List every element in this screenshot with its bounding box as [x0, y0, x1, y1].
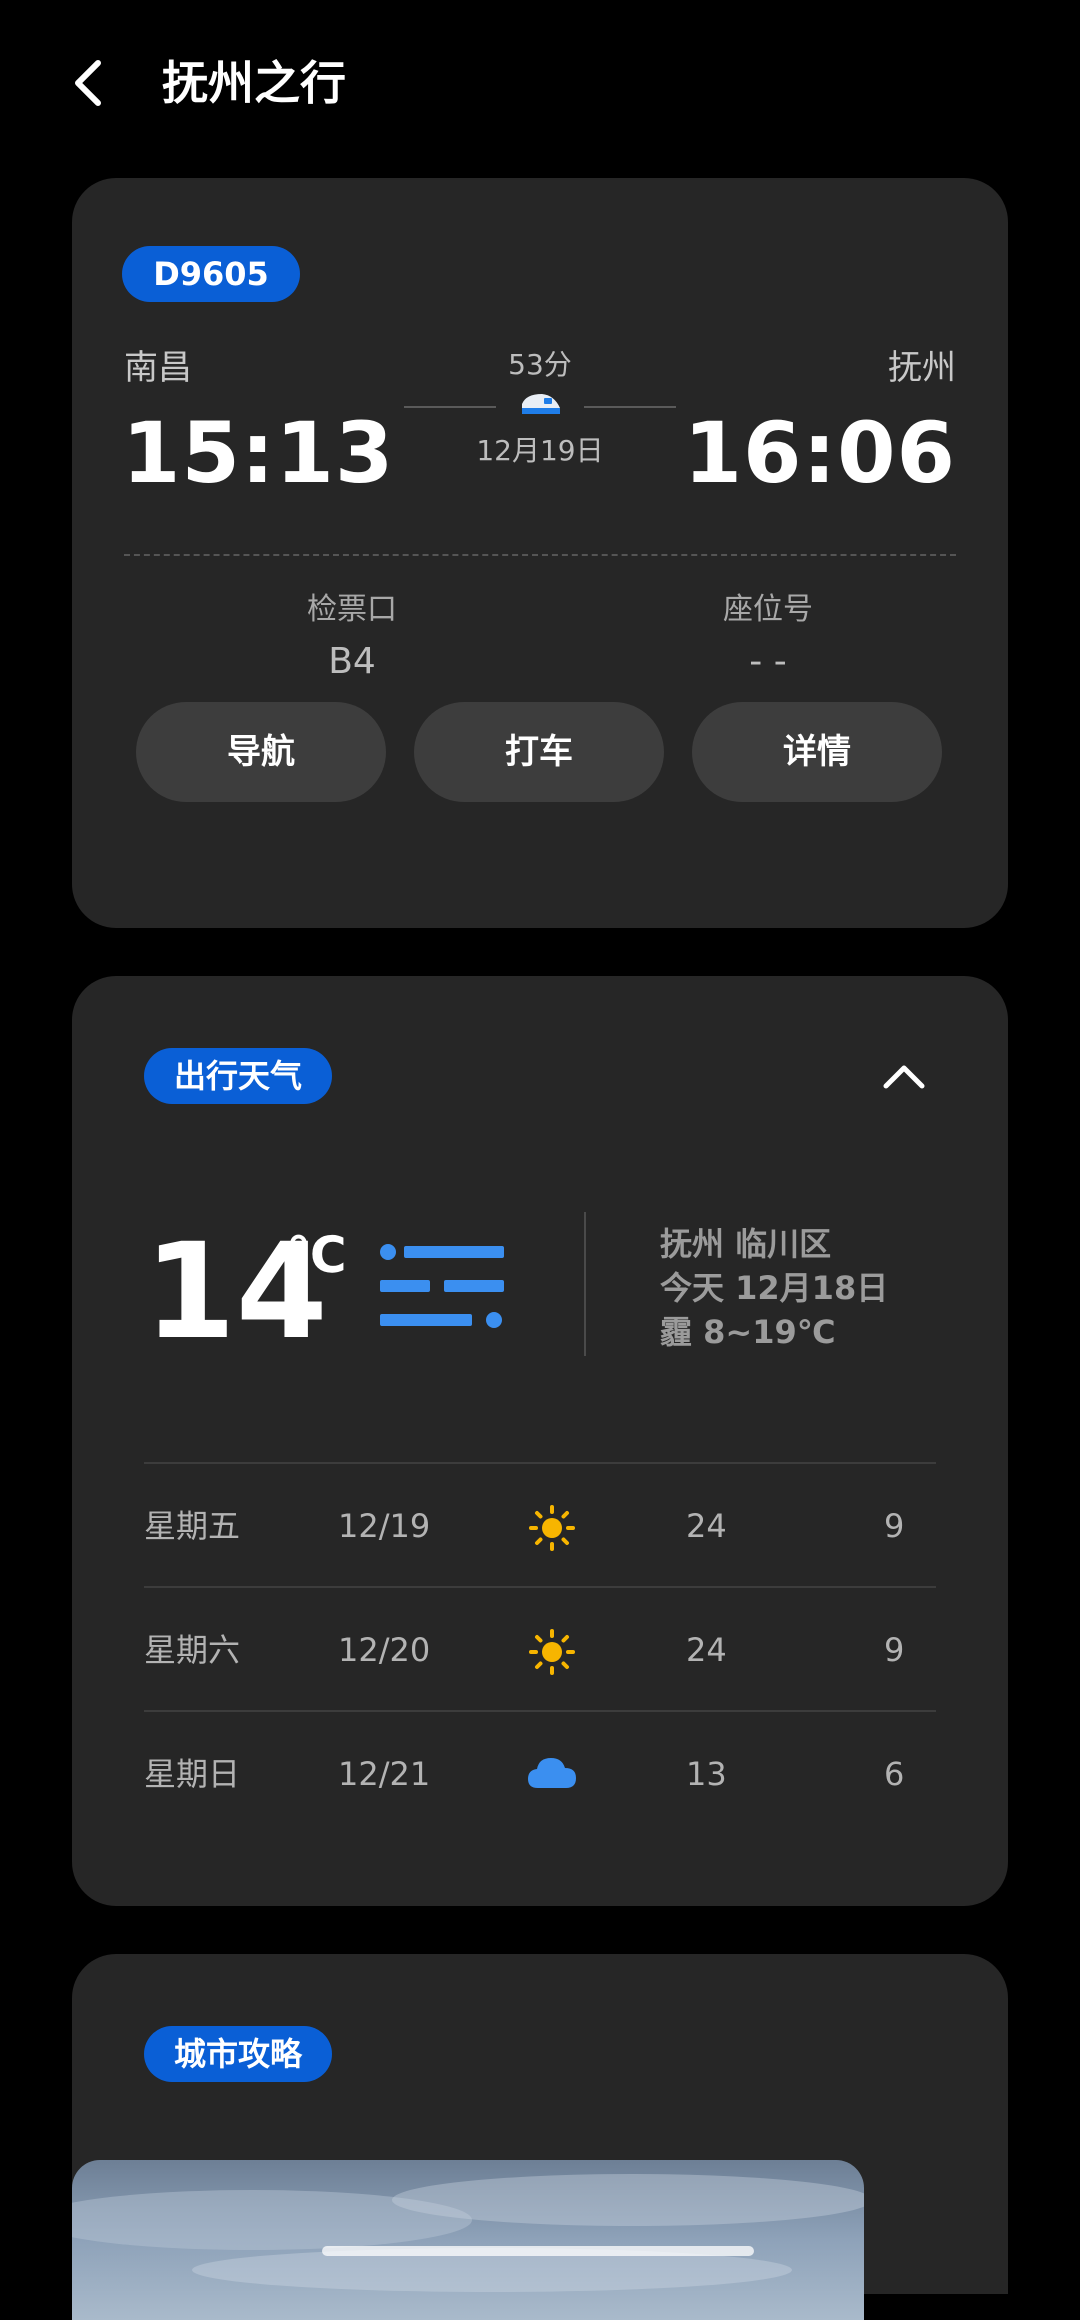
page-title: 抚州之行 — [162, 56, 346, 110]
chevron-up-icon — [883, 1065, 925, 1089]
forecast-date: 12/20 — [338, 1631, 431, 1669]
cloud-icon — [526, 1754, 578, 1790]
chevron-left-icon — [75, 60, 101, 106]
duration: 53分 — [508, 348, 572, 381]
forecast-low: 9 — [884, 1631, 905, 1669]
forecast-row: 星期日 12/21 13 6 — [144, 1710, 936, 1836]
forecast-day: 星期五 — [144, 1507, 241, 1545]
route-line-right — [584, 406, 676, 408]
from-station: 南昌 — [124, 348, 192, 388]
to-station: 抚州 — [888, 348, 956, 388]
train-icon — [518, 390, 562, 420]
seat-label: 座位号 — [723, 592, 813, 627]
forecast-low: 6 — [884, 1755, 905, 1793]
gate-value: B4 — [328, 641, 376, 682]
forecast-high: 13 — [686, 1755, 727, 1793]
taxi-button[interactable]: 打车 — [414, 702, 664, 802]
depart-time: 15:13 — [122, 404, 395, 502]
sun-icon — [528, 1628, 576, 1676]
weather-badge: 出行天气 — [144, 1048, 332, 1104]
travel-date: 12月19日 — [476, 434, 604, 467]
forecast-high: 24 — [686, 1507, 727, 1545]
location: 抚州 临川区 — [660, 1225, 832, 1263]
train-number-badge: D9605 — [122, 246, 300, 302]
weather-card: 出行天气 14 ℃ 抚州 临川区 今天 12月18日 霾 8~19℃ 星期五 1… — [72, 976, 1008, 1906]
sun-icon — [528, 1504, 576, 1552]
forecast-high: 24 — [686, 1631, 727, 1669]
forecast-row: 星期六 12/20 24 9 — [144, 1586, 936, 1712]
vertical-divider — [584, 1212, 586, 1356]
details-button[interactable]: 详情 — [692, 702, 942, 802]
gate-label: 检票口 — [307, 592, 397, 627]
route-line-left — [404, 406, 496, 408]
city-photo[interactable] — [72, 2160, 864, 2320]
seat-value: - - — [749, 641, 787, 682]
home-indicator[interactable] — [322, 2246, 754, 2256]
forecast-date: 12/19 — [338, 1507, 431, 1545]
divider — [124, 554, 956, 556]
forecast-date: 12/21 — [338, 1755, 431, 1793]
arrive-time: 16:06 — [683, 404, 956, 502]
forecast-row: 星期五 12/19 24 9 — [144, 1462, 936, 1588]
temperature-unit: ℃ — [286, 1226, 347, 1284]
collapse-button[interactable] — [880, 1058, 928, 1094]
city-guide-badge: 城市攻略 — [144, 2026, 332, 2082]
forecast-low: 9 — [884, 1507, 905, 1545]
forecast-day: 星期日 — [144, 1755, 241, 1793]
back-button[interactable] — [68, 55, 112, 111]
forecast-day: 星期六 — [144, 1631, 241, 1669]
today-date: 今天 12月18日 — [660, 1269, 889, 1307]
haze-icon — [380, 1238, 504, 1334]
navigate-button[interactable]: 导航 — [136, 702, 386, 802]
today-summary: 霾 8~19℃ — [660, 1313, 836, 1351]
train-card[interactable]: D9605 南昌 抚州 15:13 16:06 53分 12月19日 检票口 B… — [72, 178, 1008, 928]
